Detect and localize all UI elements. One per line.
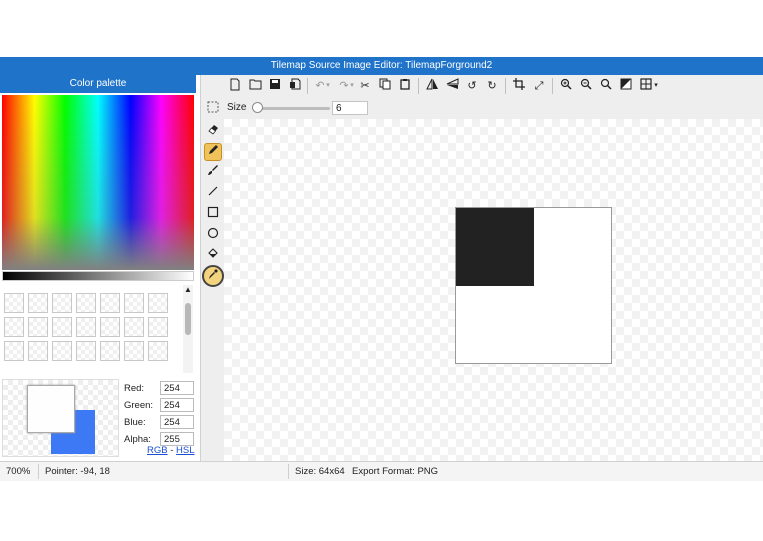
marquee-select-icon[interactable] [204, 101, 222, 119]
export-format: Export Format: PNG [352, 466, 439, 477]
pencil-icon[interactable] [204, 143, 222, 161]
hsl-mode-link[interactable]: HSL [176, 445, 194, 456]
palette-swatch[interactable] [28, 293, 48, 313]
open-folder-icon[interactable] [247, 78, 263, 94]
palette-swatch[interactable] [76, 317, 96, 337]
size-slider-track[interactable] [254, 107, 330, 110]
scroll-thumb[interactable] [185, 303, 191, 335]
rectangle-icon[interactable] [204, 206, 222, 224]
palette-swatch[interactable] [4, 317, 24, 337]
alpha-label: Alpha: [124, 434, 151, 445]
rgb-mode-link[interactable]: RGB [147, 445, 168, 456]
circle-icon[interactable] [204, 227, 222, 245]
toolbar-separator [418, 78, 419, 94]
canvas-area[interactable] [224, 119, 763, 461]
palette-swatch[interactable] [148, 317, 168, 337]
crop-icon[interactable] [511, 78, 527, 94]
color-picker-icon[interactable] [202, 265, 224, 287]
blue-field[interactable]: 254 [160, 415, 194, 429]
palette-swatch[interactable] [100, 317, 120, 337]
zoom-level: 700% [6, 466, 31, 477]
green-label: Green: [124, 400, 154, 411]
palette-swatch[interactable] [148, 293, 168, 313]
rotate-right-icon[interactable]: ↻ [484, 78, 500, 94]
palette-swatch[interactable] [52, 293, 72, 313]
fill-bucket-icon[interactable] [204, 247, 222, 265]
tool-column [200, 75, 225, 461]
swatch-scrollbar[interactable]: ▲ [183, 285, 193, 373]
flip-vertical-icon[interactable] [444, 78, 460, 94]
blue-row: Blue: 254 [124, 415, 198, 431]
primary-color-swatch[interactable] [27, 385, 75, 433]
color-mode-links: RGB - HSL [147, 445, 195, 456]
main-toolbar: ↶ ▾ ↷ ▾ ✂ ↺ ↻ ⤢ ▾ [224, 75, 763, 97]
line-icon[interactable] [204, 185, 222, 203]
palette-swatch[interactable] [4, 341, 24, 361]
palette-swatch[interactable] [4, 293, 24, 313]
red-field[interactable]: 254 [160, 381, 194, 395]
palette-swatch[interactable] [52, 341, 72, 361]
size-slider-thumb[interactable] [252, 102, 263, 113]
toolbar-separator [307, 78, 308, 94]
palette-swatch[interactable] [124, 317, 144, 337]
pointer-position: Pointer: -94, 18 [45, 466, 110, 477]
palette-swatch[interactable] [28, 317, 48, 337]
palette-swatch[interactable] [148, 341, 168, 361]
brush-size-bar: Size 6 [224, 97, 763, 119]
palette-swatch[interactable] [76, 293, 96, 313]
palette-swatch[interactable] [52, 317, 72, 337]
editor-window: Tilemap Source Image Editor: TilemapForg… [0, 57, 763, 481]
tile-image-canvas[interactable] [455, 207, 612, 364]
blue-label: Blue: [124, 417, 146, 428]
status-bar: 700% Pointer: -94, 18 Size: 64x64 Export… [0, 461, 763, 481]
scroll-up-arrow-icon[interactable]: ▲ [183, 285, 193, 295]
green-row: Green: 254 [124, 398, 198, 414]
undo-dropdown-icon[interactable]: ▾ [324, 78, 332, 94]
color-spectrum[interactable] [1, 95, 194, 292]
brush-icon[interactable] [204, 164, 222, 182]
grid-dropdown-icon[interactable]: ▾ [652, 78, 660, 94]
copy-icon[interactable] [377, 78, 393, 94]
paste-icon[interactable] [397, 78, 413, 94]
palette-swatch[interactable] [76, 341, 96, 361]
alpha-field[interactable]: 255 [160, 432, 194, 446]
cut-icon[interactable]: ✂ [357, 78, 373, 94]
palette-header: Color palette [0, 75, 196, 93]
status-divider [288, 464, 289, 479]
new-file-icon[interactable] [227, 78, 243, 94]
red-row: Red: 254 [124, 381, 198, 397]
palette-swatch[interactable] [100, 293, 120, 313]
zoom-fit-icon[interactable] [598, 78, 614, 94]
zoom-out-icon[interactable] [578, 78, 594, 94]
grayscale-bar[interactable] [2, 271, 194, 281]
eraser-icon[interactable] [204, 122, 222, 140]
green-field[interactable]: 254 [160, 398, 194, 412]
size-label: Size [227, 102, 247, 113]
rotate-left-icon[interactable]: ↺ [464, 78, 480, 94]
toggle-transparency-icon[interactable] [618, 78, 634, 94]
toolbar-separator [505, 78, 506, 94]
zoom-in-icon[interactable] [558, 78, 574, 94]
color-palette-panel: Color palette ▲ Red: 254 Green: 254 Blue… [0, 75, 200, 461]
painted-pixels [456, 208, 534, 286]
save-as-icon[interactable] [287, 78, 303, 94]
swatch-grid [4, 293, 180, 369]
mode-separator: - [170, 445, 174, 456]
flip-horizontal-icon[interactable] [424, 78, 440, 94]
spectrum-picker-marker[interactable] [1, 282, 11, 292]
resize-icon[interactable]: ⤢ [531, 78, 547, 94]
redo-dropdown-icon[interactable]: ▾ [348, 78, 356, 94]
color-preview [2, 379, 119, 457]
red-label: Red: [124, 383, 145, 394]
palette-swatch[interactable] [28, 341, 48, 361]
window-title: Tilemap Source Image Editor: TilemapForg… [0, 57, 763, 75]
palette-swatch[interactable] [100, 341, 120, 361]
size-field[interactable]: 6 [332, 101, 368, 115]
palette-swatch[interactable] [124, 293, 144, 313]
palette-swatch[interactable] [124, 341, 144, 361]
toolbar-separator [552, 78, 553, 94]
save-icon[interactable] [267, 78, 283, 94]
status-divider [38, 464, 39, 479]
image-size: Size: 64x64 [295, 466, 345, 477]
